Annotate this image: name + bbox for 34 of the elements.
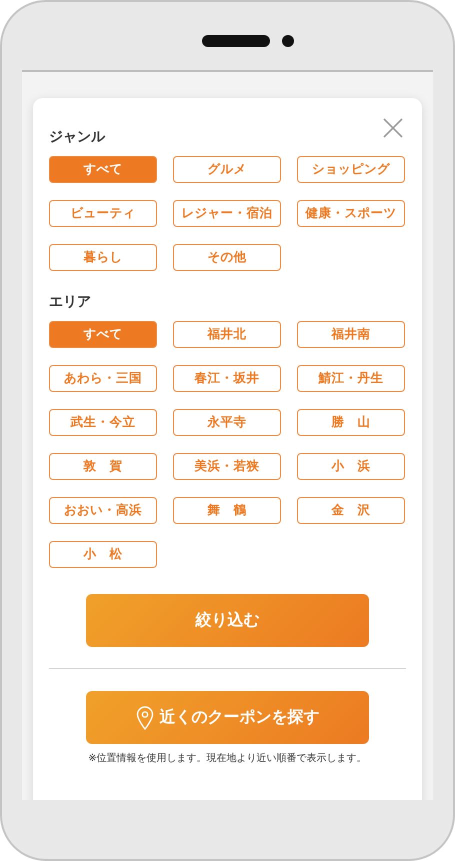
genre-chip[interactable]: ビューティ bbox=[49, 200, 157, 227]
area-chip[interactable]: 武生・今立 bbox=[49, 409, 157, 436]
camera-icon bbox=[282, 35, 294, 47]
genre-chip[interactable]: グルメ bbox=[173, 156, 281, 183]
area-chip[interactable]: あわら・三国 bbox=[49, 365, 157, 392]
speaker-icon bbox=[202, 35, 270, 47]
section-heading: ジャンル bbox=[49, 128, 106, 146]
area-chip[interactable]: おおい・高浜 bbox=[49, 497, 157, 524]
location-pin-icon bbox=[136, 706, 154, 730]
genre-chip[interactable]: ショッピング bbox=[297, 156, 405, 183]
area-chip[interactable]: 鯖江・丹生 bbox=[297, 365, 405, 392]
button-label: 近くのクーポンを探す bbox=[160, 707, 320, 728]
area-chip[interactable]: 福井北 bbox=[173, 321, 281, 348]
area-chip[interactable]: 永平寺 bbox=[173, 409, 281, 436]
area-chip[interactable]: 春江・坂井 bbox=[173, 365, 281, 392]
close-icon[interactable] bbox=[382, 117, 404, 139]
location-note: ※位置情報を使用します。現在地より近い順番で表示します。 bbox=[87, 752, 368, 765]
genre-chip[interactable]: 健康・スポーツ bbox=[297, 200, 405, 227]
filter-button[interactable]: 絞り込む bbox=[86, 594, 369, 647]
area-chip[interactable]: 勝 山 bbox=[297, 409, 405, 436]
area-chip[interactable]: 小 松 bbox=[49, 541, 157, 568]
area-chip[interactable]: すべて bbox=[49, 321, 157, 348]
area-chip[interactable]: 敦 賀 bbox=[49, 453, 157, 480]
area-chip[interactable]: 金 沢 bbox=[297, 497, 405, 524]
genre-chip[interactable]: レジャー・宿泊 bbox=[173, 200, 281, 227]
genre-chip[interactable]: 暮らし bbox=[49, 244, 157, 271]
area-chip[interactable]: 小 浜 bbox=[297, 453, 405, 480]
area-chip[interactable]: 舞 鶴 bbox=[173, 497, 281, 524]
genre-chip[interactable]: その他 bbox=[173, 244, 281, 271]
location-button[interactable]: 近くのクーポンを探す bbox=[86, 691, 369, 744]
genre-chip[interactable]: すべて bbox=[49, 156, 157, 183]
area-chip[interactable]: 美浜・若狭 bbox=[173, 453, 281, 480]
section-heading: エリア bbox=[49, 293, 92, 311]
area-chip[interactable]: 福井南 bbox=[297, 321, 405, 348]
